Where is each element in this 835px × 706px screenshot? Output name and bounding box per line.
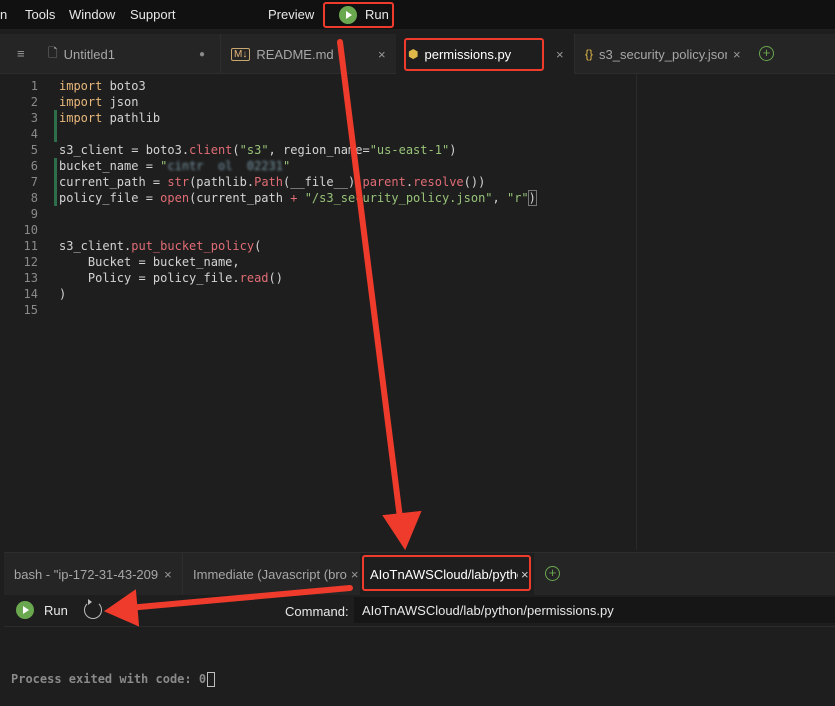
tab-permissions-py[interactable]: ⬢ permissions.py × [396,34,574,74]
line-number-gutter: 1 2 3 4 5 6 7 8 9 10 11 12 13 14 15 [4,78,52,318]
console-toolbar: Run Command: [4,595,835,627]
close-icon[interactable]: × [164,567,172,582]
tab-label: permissions.py [424,46,512,62]
menu-bar: n Tools Window Support Preview Run [0,0,835,29]
add-tab-icon[interactable]: + [545,566,560,581]
console-output[interactable]: Process exited with code: 0 [4,628,835,706]
document-icon: 🗋 [48,45,58,60]
python-icon: ⬢ [408,47,419,61]
console-tab-bar: bash - "ip-172-31-43-209 × Immediate (Ja… [4,552,835,596]
menu-item-partial[interactable]: n [0,7,7,22]
line-number: 7 [30,175,38,189]
menu-icon[interactable]: ≡ [17,46,25,61]
redacted-bucket-name: cintr ol 02231 [167,159,283,173]
close-icon[interactable]: × [378,47,386,62]
console-run-button[interactable]: Run [16,601,68,619]
line-number: 6 [30,159,38,173]
tab-label: README.md [256,46,334,62]
markdown-icon: M↓ [231,47,251,61]
close-icon[interactable]: × [351,567,359,582]
tab-label: Untitled1 [63,46,115,62]
line-number: 14 [23,287,38,301]
code-line: s3_client.put_bucket_policy( [59,239,262,253]
json-icon: {} [585,47,594,61]
code-editor[interactable]: 1 2 3 4 5 6 7 8 9 10 11 12 13 14 15 impo… [4,74,835,550]
tab-bash[interactable]: bash - "ip-172-31-43-209 × [4,553,182,596]
close-icon[interactable]: × [556,47,564,62]
tab-untitled1[interactable]: 🗋 Untitled1 ● [44,34,220,74]
command-label: Command: [285,604,349,619]
command-input[interactable] [354,597,835,623]
restart-icon[interactable] [84,599,102,619]
code-line: s3_client = boto3.client("s3", region_na… [59,143,457,157]
play-icon [339,5,357,24]
line-number: 9 [30,207,38,221]
menu-item-support[interactable]: Support [130,7,176,22]
line-number: 4 [30,127,38,141]
change-marker [54,158,57,206]
run-button-label: Run [365,7,389,22]
play-icon [16,601,34,619]
tab-label: Immediate (Javascript (bro [193,567,347,582]
tab-label: bash - "ip-172-31-43-209 [14,567,159,582]
terminal-cursor [207,672,216,687]
code-line: current_path = str(pathlib.Path(__file__… [59,175,486,189]
tab-label: s3_security_policy.json [599,46,728,62]
code-line: ) [59,287,67,301]
close-icon[interactable]: × [521,567,529,582]
process-exit-text: Process exited with code: 0 [11,672,216,687]
tab-immediate[interactable]: Immediate (Javascript (bro × [182,553,360,596]
run-button[interactable]: Run [323,2,394,27]
change-marker [54,110,57,142]
tab-label: AIoTnAWSCloud/lab/pythc [370,567,518,582]
line-number: 1 [30,79,38,93]
code-line: bucket_name = "cintr ol 02231" [59,159,291,173]
line-number: 5 [30,143,38,157]
code-line: policy_file = open(current_path + "/s3_s… [59,190,537,206]
tab-readme[interactable]: M↓ README.md × [220,34,396,74]
code-line: Policy = policy_file.read() [59,271,283,285]
code-line: import pathlib [59,111,161,125]
line-number: 12 [23,255,38,269]
line-number: 10 [23,223,38,237]
line-number: 13 [23,271,38,285]
code-line: import json [59,95,139,109]
line-number: 11 [23,239,38,253]
tab-s3-security-policy[interactable]: {} s3_security_policy.json × [574,34,749,74]
code-line: Bucket = bucket_name, [59,255,240,269]
menu-item-preview[interactable]: Preview [268,7,314,22]
unsaved-dot-icon[interactable]: ● [199,49,205,60]
code-line: import boto3 [59,79,146,93]
line-number: 3 [30,111,38,125]
add-tab-icon[interactable]: + [759,46,774,61]
line-number: 8 [30,191,38,205]
line-number: 2 [30,95,38,109]
tab-permissions-console[interactable]: AIoTnAWSCloud/lab/pythc × [360,553,534,596]
line-number: 15 [23,303,38,317]
code-area[interactable]: import boto3 import json import pathlib … [59,78,619,318]
editor-tab-bar: ≡ 🗋 Untitled1 ● M↓ README.md × ⬢ permiss… [0,34,835,74]
print-margin [636,74,637,550]
close-icon[interactable]: × [733,47,741,62]
run-button-label: Run [44,602,68,618]
menu-item-window[interactable]: Window [69,7,115,22]
menu-item-tools[interactable]: Tools [25,7,55,22]
